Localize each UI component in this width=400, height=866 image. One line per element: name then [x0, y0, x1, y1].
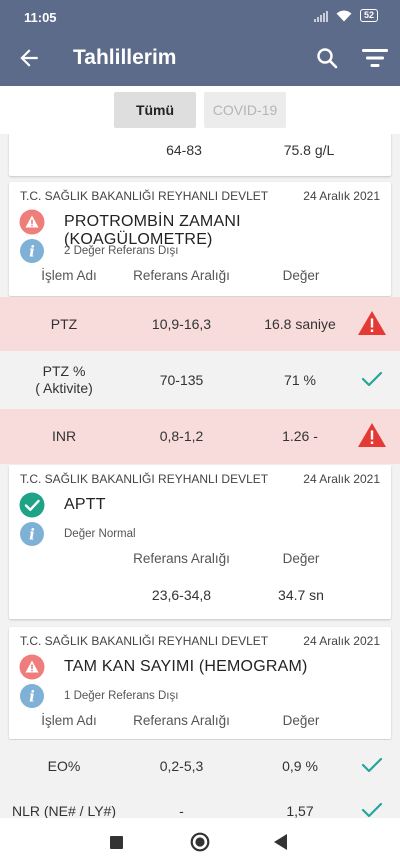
- test-date: 24 Aralık 2021: [303, 634, 380, 648]
- result-value: 16.8 saniye: [264, 316, 336, 332]
- institution-name: T.C. SAĞLIK BAKANLIĞI REYHANLI DEVLET: [20, 472, 269, 486]
- test-date: 24 Aralık 2021: [303, 472, 380, 486]
- process-name: EO%: [47, 758, 81, 774]
- column-header-process: İşlem Adı: [41, 268, 97, 283]
- filter-tabs: Tümü COVID-19: [0, 86, 400, 134]
- check-icon: [361, 371, 383, 387]
- test-name: APTT: [64, 496, 106, 513]
- process-name: PTZ % ( Aktivite): [35, 363, 93, 396]
- result-value: 34.7 sn: [278, 587, 324, 603]
- svg-text:i: i: [29, 243, 35, 261]
- info-icon: i: [20, 684, 44, 708]
- reference-range: -: [179, 803, 184, 818]
- test-date: 24 Aralık 2021: [303, 189, 380, 203]
- result-value: 1.26 -: [282, 428, 318, 444]
- app-bar: Tahlillerim: [0, 32, 400, 86]
- svg-text:i: i: [29, 688, 35, 706]
- test-card-aptt[interactable]: T.C. SAĞLIK BAKANLIĞI REYHANLI DEVLET 24…: [9, 465, 391, 619]
- table-row[interactable]: NLR (NE# / LY#) - 1,57: [0, 792, 400, 818]
- warning-icon: [19, 654, 45, 680]
- results-list[interactable]: 64-83 75.8 g/L T.C. SAĞLIK BAKANLIĞI REY…: [0, 134, 400, 818]
- previous-result-card[interactable]: 64-83 75.8 g/L: [9, 134, 391, 176]
- institution-name: T.C. SAĞLIK BAKANLIĞI REYHANLI DEVLET: [20, 634, 269, 648]
- reference-range: 64-83: [166, 142, 202, 158]
- test-name: PROTROMBİN ZAMANI (KOAGÜLOMETRE): [64, 213, 241, 248]
- table-row[interactable]: PTZ % ( Aktivite) 70-135 71 %: [0, 351, 400, 409]
- status-time: 11:05: [24, 10, 57, 25]
- check-circle-icon: [19, 492, 45, 518]
- status-icons: 52: [313, 9, 378, 22]
- column-header-reference: Referans Aralığı: [133, 551, 230, 566]
- reference-range: 10,9-16,3: [151, 316, 212, 332]
- test-name: TAM KAN SAYIMI (HEMOGRAM): [64, 658, 308, 675]
- status-note: 2 Değer Referans Dışı: [64, 245, 179, 257]
- status-note: Değer Normal: [64, 528, 136, 540]
- tab-covid-19[interactable]: COVID-19: [204, 92, 286, 128]
- back-arrow-icon[interactable]: [16, 45, 42, 71]
- table-row[interactable]: EO% 0,2-5,3 0,9 %: [0, 740, 400, 792]
- column-header-value: Değer: [282, 713, 320, 728]
- svg-text:i: i: [29, 526, 35, 544]
- info-icon: i: [20, 239, 44, 263]
- battery-icon: 52: [359, 9, 378, 22]
- wifi-icon: [336, 10, 352, 21]
- tab-all[interactable]: Tümü: [114, 92, 196, 128]
- check-icon: [361, 757, 383, 773]
- column-header-value: Değer: [282, 268, 320, 283]
- info-icon: i: [20, 522, 44, 546]
- result-value: 0,9 %: [282, 758, 318, 774]
- warning-icon: [19, 209, 45, 235]
- reference-range: 0,8-1,2: [159, 428, 204, 444]
- home-icon[interactable]: [190, 832, 210, 852]
- system-navigation-bar: [0, 818, 400, 866]
- process-name: NLR (NE# / LY#): [12, 803, 116, 818]
- recents-icon[interactable]: [110, 836, 123, 849]
- column-header-reference: Referans Aralığı: [133, 713, 230, 728]
- back-nav-icon[interactable]: [274, 834, 288, 850]
- reference-range: 23,6-34,8: [151, 587, 212, 603]
- column-header-reference: Referans Aralığı: [133, 268, 230, 283]
- result-value: 71 %: [284, 372, 316, 388]
- institution-name: T.C. SAĞLIK BAKANLIĞI REYHANLI DEVLET: [20, 189, 269, 203]
- process-name: PTZ: [50, 316, 78, 332]
- column-header-process: İşlem Adı: [41, 713, 97, 728]
- process-name: INR: [51, 428, 77, 444]
- reference-range: 70-135: [159, 372, 204, 388]
- column-header-value: Değer: [282, 551, 320, 566]
- reference-range: 0,2-5,3: [159, 758, 204, 774]
- search-icon[interactable]: [315, 46, 339, 70]
- filter-icon[interactable]: [362, 47, 388, 69]
- result-value: 75.8 g/L: [283, 142, 335, 158]
- signal-icon: [313, 10, 328, 22]
- status-note: 1 Değer Referans Dışı: [64, 690, 179, 702]
- status-bar: 11:05 52: [0, 0, 400, 32]
- check-icon: [361, 802, 383, 818]
- test-card-protrombin[interactable]: T.C. SAĞLIK BAKANLIĞI REYHANLI DEVLET 24…: [9, 182, 391, 296]
- warning-icon: [358, 423, 386, 447]
- table-row[interactable]: PTZ 10,9-16,3 16.8 saniye: [0, 297, 400, 351]
- table-row[interactable]: INR 0,8-1,2 1.26 -: [0, 409, 400, 464]
- result-value: 1,57: [286, 803, 314, 818]
- page-title: Tahlillerim: [73, 46, 177, 69]
- test-card-hemogram[interactable]: T.C. SAĞLIK BAKANLIĞI REYHANLI DEVLET 24…: [9, 627, 391, 739]
- warning-icon: [358, 311, 386, 335]
